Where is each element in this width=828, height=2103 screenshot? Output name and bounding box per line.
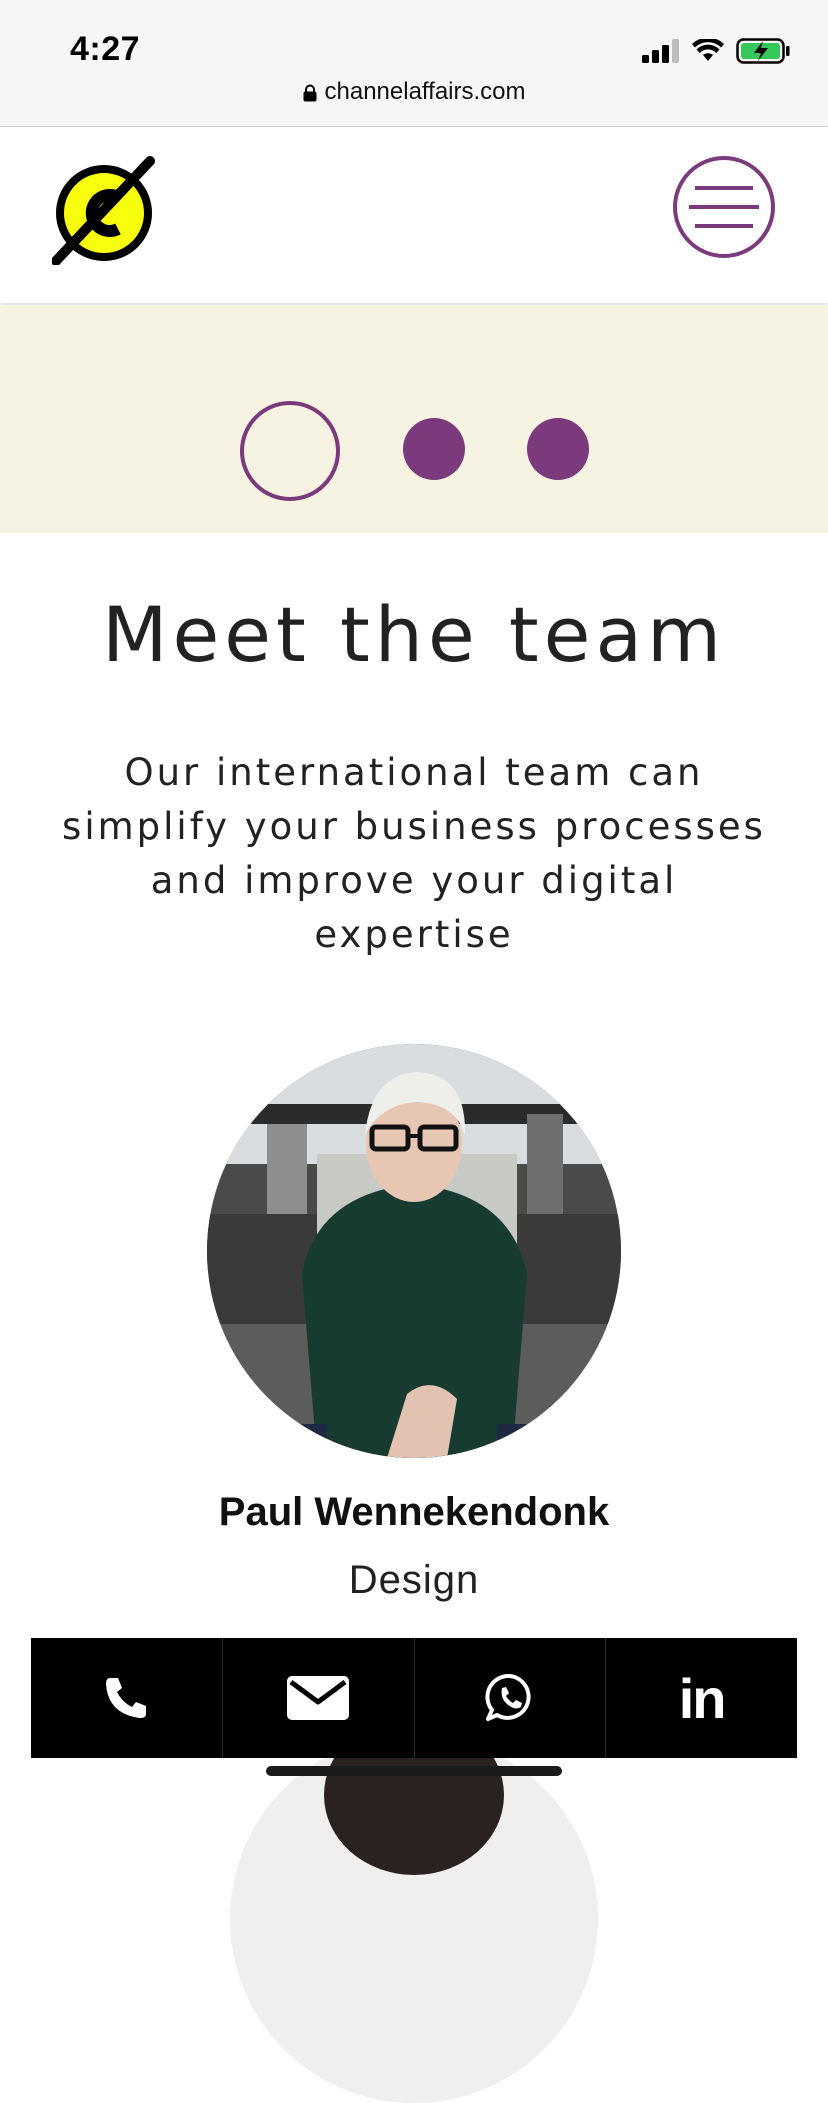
linkedin-icon: in	[678, 1666, 727, 1730]
mail-icon	[287, 1676, 350, 1720]
status-time: 4:27	[70, 30, 141, 68]
page-subtitle: Our international team can simplify your…	[50, 746, 778, 962]
subtitle-line: and improve your digital	[150, 859, 678, 902]
home-indicator[interactable]	[266, 1766, 562, 1776]
site-header	[0, 127, 828, 303]
phone-icon	[106, 1678, 147, 1718]
next-portrait-illustration	[230, 1735, 598, 2103]
team-member-role: Design	[348, 1558, 480, 1602]
call-button[interactable]	[31, 1638, 223, 1758]
subtitle-line: expertise	[314, 913, 514, 956]
team-member-photo	[207, 1044, 621, 1458]
url-text: channelaffairs.com	[324, 78, 526, 105]
linkedin-button[interactable]: in	[606, 1638, 797, 1758]
battery-charging-icon	[736, 38, 790, 64]
carousel-dot-1-active[interactable]	[240, 401, 340, 501]
lock-icon	[303, 84, 316, 102]
subtitle-line: simplify your business processes	[62, 805, 766, 848]
email-button[interactable]	[223, 1638, 415, 1758]
wifi-icon	[692, 39, 724, 61]
carousel-dot-3[interactable]	[527, 418, 589, 480]
cellular-signal-icon	[642, 39, 679, 63]
team-member-name: Paul Wennekendonk	[218, 1490, 610, 1534]
next-team-member-photo	[230, 1735, 598, 2103]
hamburger-menu-icon[interactable]	[672, 155, 776, 259]
page-title: Meet the team	[101, 590, 727, 679]
url-bar[interactable]: channelaffairs.com	[0, 78, 828, 106]
system-icons	[642, 36, 790, 66]
hero-band	[0, 305, 828, 533]
carousel-dot-2[interactable]	[403, 418, 465, 480]
whatsapp-button[interactable]	[415, 1638, 607, 1758]
channel-affairs-logo[interactable]	[52, 155, 156, 265]
browser-status-bar: 4:27 channelaffairs.com	[0, 0, 828, 127]
portrait-illustration	[207, 1044, 621, 1458]
whatsapp-icon	[485, 1673, 531, 1721]
subtitle-line: Our international team can	[124, 751, 704, 794]
contact-bar: in	[31, 1638, 797, 1758]
